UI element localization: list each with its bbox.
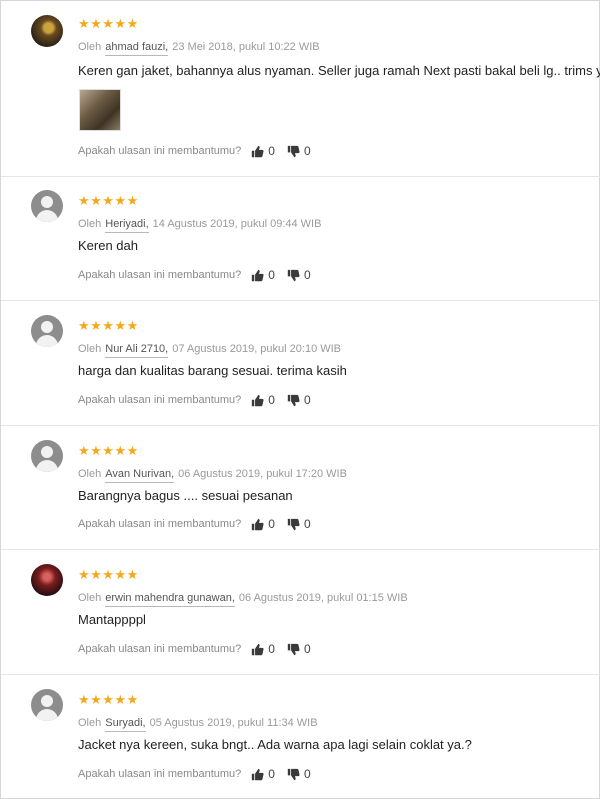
review-text: Jacket nya kereen, suka bngt.. Ada warna… <box>78 737 472 752</box>
dislike-count: 0 <box>303 144 311 158</box>
thumbs-up-icon <box>252 643 264 655</box>
review-text: Barangnya bagus .... sesuai pesanan <box>78 488 293 503</box>
helpful-question: Apakah ulasan ini membantumu? <box>78 145 242 157</box>
helpful-row: Apakah ulasan ini membantumu? 0 0 <box>78 767 323 781</box>
helpful-question: Apakah ulasan ini membantumu? <box>78 643 242 655</box>
like-count: 0 <box>268 517 275 531</box>
reviewer-name[interactable]: Avan Nurivan, <box>105 468 175 483</box>
like-button[interactable]: 0 <box>251 144 275 158</box>
dislike-button[interactable]: 0 <box>287 144 311 158</box>
reviewer-name[interactable]: ahmad fauzi, <box>105 41 169 56</box>
review-meta: Oleh Suryadi, 05 Agustus 2019, pukul 11:34… <box>78 716 318 732</box>
dislike-button[interactable]: 0 <box>287 767 311 781</box>
review-text: Keren dah <box>78 238 138 253</box>
review-item: ★★★★★ Oleh Heriyadi, 14 Agustus 2019, puku… <box>1 176 600 301</box>
review-date: 05 Agustus 2019, pukul 11:34 WIB <box>149 717 318 729</box>
avatar[interactable] <box>31 315 63 347</box>
helpful-question: Apakah ulasan ini membantumu? <box>78 269 242 281</box>
avatar[interactable] <box>31 564 63 596</box>
like-count: 0 <box>268 767 275 781</box>
thumbs-down-icon <box>287 394 300 406</box>
review-item: ★★★★★ Oleh erwin mahendra gunawan, 06 Agus… <box>1 549 600 675</box>
review-date: 23 Mei 2018, pukul 10:22 WIB <box>172 41 320 53</box>
rating-stars: ★★★★★ <box>78 16 139 31</box>
avatar[interactable] <box>31 689 63 721</box>
dislike-count: 0 <box>303 642 311 656</box>
helpful-row: Apakah ulasan ini membantumu? 0 0 <box>78 642 323 656</box>
thumbs-down-icon <box>287 643 300 655</box>
dislike-count: 0 <box>303 517 311 531</box>
helpful-row: Apakah ulasan ini membantumu? 0 0 <box>78 517 323 531</box>
like-count: 0 <box>268 642 275 656</box>
rating-stars: ★★★★★ <box>78 443 139 458</box>
like-count: 0 <box>268 393 275 407</box>
helpful-row: Apakah ulasan ini membantumu? 0 0 <box>78 393 323 407</box>
like-count: 0 <box>268 144 275 158</box>
thumbs-up-icon <box>252 145 264 157</box>
review-photo[interactable] <box>79 89 121 131</box>
thumbs-up-icon <box>252 518 264 530</box>
reviewer-name[interactable]: Suryadi, <box>105 717 146 732</box>
by-label: Oleh <box>78 41 102 53</box>
rating-stars: ★★★★★ <box>78 193 139 208</box>
review-text: Keren gan jaket, bahannya alus nyaman. S… <box>78 63 600 78</box>
review-meta: Oleh erwin mahendra gunawan, 06 Agustus 20… <box>78 591 408 607</box>
dislike-button[interactable]: 0 <box>287 268 311 282</box>
by-label: Oleh <box>78 218 102 230</box>
avatar[interactable] <box>31 190 63 222</box>
helpful-question: Apakah ulasan ini membantumu? <box>78 394 242 406</box>
review-item: ★★★★★ Oleh ahmad fauzi, 23 Mei 2018, pukul… <box>1 1 600 177</box>
review-text: Mantappppl <box>78 612 146 627</box>
dislike-count: 0 <box>303 393 311 407</box>
thumbs-down-icon <box>287 768 300 780</box>
by-label: Oleh <box>78 592 102 604</box>
review-item: ★★★★★ Oleh Avan Nurivan, 06 Agustus 2019, … <box>1 425 600 550</box>
helpful-question: Apakah ulasan ini membantumu? <box>78 768 242 780</box>
rating-stars: ★★★★★ <box>78 318 139 333</box>
review-meta: Oleh Heriyadi, 14 Agustus 2019, pukul 09:4… <box>78 217 322 233</box>
reviews-panel: ★★★★★ Oleh ahmad fauzi, 23 Mei 2018, pukul… <box>0 0 600 799</box>
reviewer-name[interactable]: erwin mahendra gunawan, <box>105 592 235 607</box>
dislike-button[interactable]: 0 <box>287 393 311 407</box>
like-button[interactable]: 0 <box>251 517 275 531</box>
review-item: ★★★★★ Oleh Suryadi, 05 Agustus 2019, pukul… <box>1 674 600 798</box>
review-item: ★★★★★ Oleh Nur Ali 2710, 07 Agustus 2019, … <box>1 300 600 426</box>
review-date: 06 Agustus 2019, pukul 17:20 WIB <box>178 468 347 480</box>
rating-stars: ★★★★★ <box>78 567 139 582</box>
rating-stars: ★★★★★ <box>78 692 139 707</box>
thumbs-up-icon <box>252 768 264 780</box>
dislike-button[interactable]: 0 <box>287 642 311 656</box>
like-button[interactable]: 0 <box>251 642 275 656</box>
review-date: 07 Agustus 2019, pukul 20:10 WIB <box>172 343 342 355</box>
thumbs-up-icon <box>252 394 264 406</box>
review-date: 06 Agustus 2019, pukul 01:15 WIB <box>238 592 408 604</box>
thumbs-up-icon <box>252 269 264 281</box>
dislike-button[interactable]: 0 <box>287 517 311 531</box>
like-button[interactable]: 0 <box>251 393 275 407</box>
by-label: Oleh <box>78 717 102 729</box>
helpful-row: Apakah ulasan ini membantumu? 0 0 <box>78 268 323 282</box>
review-date: 14 Agustus 2019, pukul 09:44 WIB <box>152 218 322 230</box>
review-meta: Oleh ahmad fauzi, 23 Mei 2018, pukul 10:22… <box>78 40 320 56</box>
reviewer-name[interactable]: Heriyadi, <box>105 218 149 233</box>
avatar[interactable] <box>31 15 63 47</box>
helpful-row: Apakah ulasan ini membantumu? 0 0 <box>78 144 323 158</box>
like-button[interactable]: 0 <box>251 767 275 781</box>
by-label: Oleh <box>78 343 102 355</box>
like-count: 0 <box>268 268 275 282</box>
dislike-count: 0 <box>303 268 311 282</box>
thumbs-down-icon <box>287 145 300 157</box>
avatar[interactable] <box>31 440 63 472</box>
reviewer-name[interactable]: Nur Ali 2710, <box>105 343 169 358</box>
dislike-count: 0 <box>303 767 311 781</box>
like-button[interactable]: 0 <box>251 268 275 282</box>
review-text: harga dan kualitas barang sesuai. terima… <box>78 363 347 378</box>
helpful-question: Apakah ulasan ini membantumu? <box>78 518 242 530</box>
by-label: Oleh <box>78 468 102 480</box>
review-meta: Oleh Avan Nurivan, 06 Agustus 2019, pukul … <box>78 467 347 483</box>
thumbs-down-icon <box>287 269 300 281</box>
review-meta: Oleh Nur Ali 2710, 07 Agustus 2019, pukul … <box>78 342 342 358</box>
thumbs-down-icon <box>287 518 300 530</box>
